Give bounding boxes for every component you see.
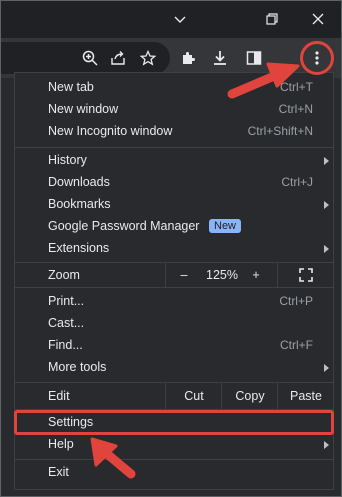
menu-item-new-incognito[interactable]: New Incognito window Ctrl+Shift+N bbox=[15, 121, 333, 143]
menu-item-exit[interactable]: Exit bbox=[15, 462, 333, 484]
menu-item-label: Cast... bbox=[48, 316, 85, 330]
zoom-icon[interactable] bbox=[78, 46, 102, 70]
menu-item-label: New Incognito window bbox=[48, 124, 173, 138]
menu-item-password-manager[interactable]: Google Password Manager New bbox=[15, 216, 333, 238]
menu-item-history[interactable]: History bbox=[15, 150, 333, 172]
shortcut-label: Ctrl+N bbox=[278, 102, 313, 116]
menu-divider bbox=[15, 147, 333, 148]
chevron-right-icon bbox=[324, 157, 329, 165]
menu-item-label: New tab bbox=[48, 80, 94, 94]
menu-item-label: Google Password Manager bbox=[48, 219, 200, 233]
menu-row-zoom: Zoom – 125% + bbox=[15, 263, 333, 287]
chevron-down-icon[interactable] bbox=[167, 6, 193, 32]
new-badge: New bbox=[209, 219, 242, 233]
paste-button[interactable]: Paste bbox=[277, 383, 334, 409]
menu-button-highlight bbox=[300, 41, 334, 75]
menu-row-edit: Edit Cut Copy Paste bbox=[15, 383, 333, 409]
extensions-icon[interactable] bbox=[176, 46, 200, 70]
close-icon[interactable] bbox=[305, 6, 331, 32]
menu-item-find[interactable]: Find... Ctrl+F bbox=[15, 335, 333, 357]
title-bar bbox=[0, 0, 342, 38]
menu-divider bbox=[15, 459, 333, 460]
zoom-level-value: 125% bbox=[206, 268, 238, 282]
chevron-right-icon bbox=[324, 201, 329, 209]
address-bar[interactable] bbox=[0, 42, 170, 74]
menu-item-label: Bookmarks bbox=[48, 197, 111, 211]
copy-button[interactable]: Copy bbox=[221, 383, 278, 409]
menu-item-label: More tools bbox=[48, 360, 107, 374]
settings-highlight bbox=[14, 410, 334, 435]
menu-item-label: Edit bbox=[48, 389, 70, 403]
menu-item-print[interactable]: Print... Ctrl+P bbox=[15, 291, 333, 313]
sidepanel-icon[interactable] bbox=[242, 46, 266, 70]
zoom-out-button[interactable]: – bbox=[165, 263, 202, 287]
star-icon[interactable] bbox=[136, 46, 160, 70]
cut-button[interactable]: Cut bbox=[165, 383, 222, 409]
menu-item-label: History bbox=[48, 153, 87, 167]
chevron-right-icon bbox=[324, 441, 329, 449]
shortcut-label: Ctrl+P bbox=[279, 294, 313, 308]
menu-item-label: Exit bbox=[48, 465, 69, 479]
chevron-right-icon bbox=[324, 364, 329, 372]
menu-item-extensions[interactable]: Extensions bbox=[15, 238, 333, 260]
menu-item-new-window[interactable]: New window Ctrl+N bbox=[15, 99, 333, 121]
menu-item-label: Help bbox=[48, 437, 74, 451]
menu-item-label: Zoom bbox=[48, 268, 80, 282]
shortcut-label: Ctrl+F bbox=[280, 338, 313, 352]
restore-icon[interactable] bbox=[259, 6, 285, 32]
shortcut-label: Ctrl+J bbox=[281, 175, 313, 189]
download-icon[interactable] bbox=[208, 46, 232, 70]
menu-item-new-tab[interactable]: New tab Ctrl+T bbox=[15, 77, 333, 99]
shortcut-label: Ctrl+Shift+N bbox=[247, 124, 313, 138]
chevron-right-icon bbox=[324, 245, 329, 253]
menu-item-label: New window bbox=[48, 102, 119, 116]
menu-item-more-tools[interactable]: More tools bbox=[15, 357, 333, 379]
menu-item-bookmarks[interactable]: Bookmarks bbox=[15, 194, 333, 216]
fullscreen-icon[interactable] bbox=[277, 263, 334, 287]
menu-item-label: Find... bbox=[48, 338, 83, 352]
zoom-in-button[interactable]: + bbox=[243, 263, 269, 287]
shortcut-label: Ctrl+T bbox=[280, 80, 313, 94]
menu-item-downloads[interactable]: Downloads Ctrl+J bbox=[15, 172, 333, 194]
menu-item-help[interactable]: Help bbox=[15, 434, 333, 456]
share-icon[interactable] bbox=[106, 46, 130, 70]
menu-item-label: Extensions bbox=[48, 241, 110, 255]
menu-item-label: Downloads bbox=[48, 175, 110, 189]
menu-item-label: Print... bbox=[48, 294, 85, 308]
menu-item-cast[interactable]: Cast... bbox=[15, 313, 333, 335]
menu-divider bbox=[15, 287, 333, 288]
